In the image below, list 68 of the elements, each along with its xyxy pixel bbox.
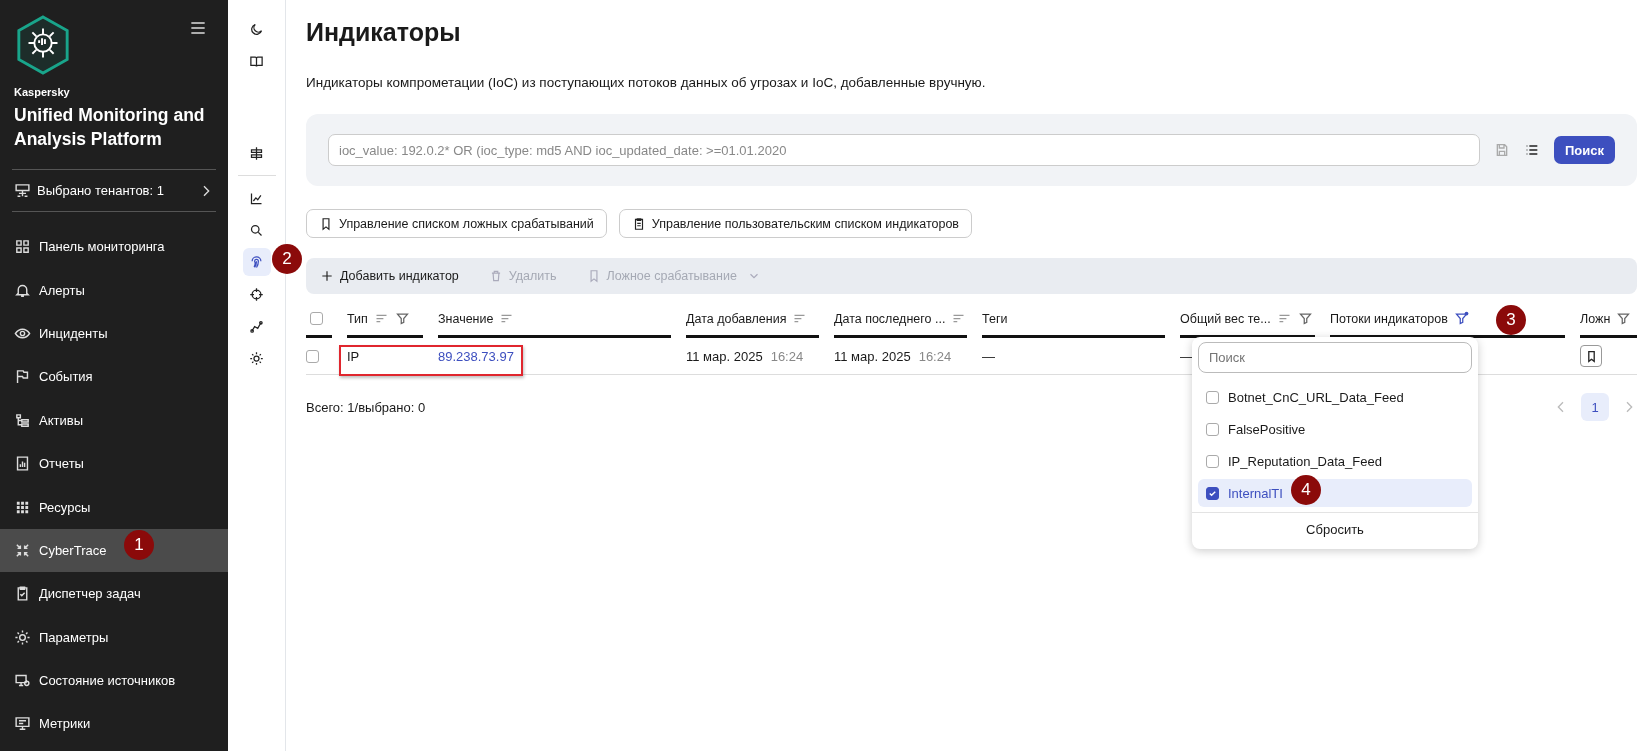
- nav-item[interactable]: Инциденты: [0, 311, 228, 356]
- option-checkbox[interactable]: [1206, 454, 1219, 468]
- column-header: Дата добавления: [686, 311, 787, 326]
- nav-item[interactable]: Алерты: [0, 268, 228, 312]
- nav-item[interactable]: Активы: [0, 398, 228, 442]
- option-checkbox[interactable]: [1206, 390, 1219, 404]
- bookmark-icon: [319, 216, 333, 231]
- toolbar-button[interactable]: Добавить индикатор: [316, 269, 463, 283]
- tenant-icon: [14, 182, 31, 199]
- column-header: Потоки индикаторов: [1330, 311, 1448, 326]
- page-button[interactable]: 1: [1581, 393, 1609, 421]
- page-title: Индикаторы: [306, 18, 462, 47]
- tags-cell: —: [982, 348, 995, 364]
- column-header: Теги: [982, 311, 1008, 326]
- filter-icon[interactable]: [394, 311, 410, 326]
- tenant-selector[interactable]: Выбрано тенантов: 1: [0, 170, 228, 199]
- nav-item[interactable]: Ресурсы: [0, 485, 228, 529]
- nav-item[interactable]: Метрики: [0, 702, 228, 746]
- filter-icon[interactable]: [1453, 311, 1469, 326]
- callout-badge: 2: [272, 244, 302, 274]
- false-positive-button[interactable]: [1580, 345, 1602, 367]
- dashboard-icon: [14, 238, 31, 256]
- row-checkbox[interactable]: [306, 349, 319, 363]
- date-cell: 11 мар. 2025: [686, 348, 763, 364]
- type-cell: IP: [347, 348, 360, 364]
- brand-label: Kaspersky: [13, 85, 71, 98]
- column-header: Общий вес те...: [1180, 311, 1271, 326]
- filter-option[interactable]: Botnet_CnC_URL_Data_Feed: [1198, 383, 1472, 411]
- query-field[interactable]: ioc_value: 192.0.2* OR (ioc_type: md5 AND ioc_updated_date: >=01.01.2020: [328, 134, 1480, 166]
- nav-item[interactable]: Диспетчер задач: [0, 572, 228, 616]
- column-header: Ложн: [1580, 311, 1611, 326]
- option-checkbox[interactable]: [1206, 486, 1219, 500]
- list-button[interactable]: Управление пользовательским списком индикаторов: [618, 209, 972, 238]
- select-all-checkbox[interactable]: [310, 312, 323, 325]
- filter-option[interactable]: FalsePositive: [1198, 415, 1472, 443]
- nav-item[interactable]: Отчеты: [0, 441, 228, 486]
- nav-item[interactable]: События: [0, 355, 228, 399]
- reset-button[interactable]: Сбросить: [1296, 516, 1374, 543]
- option-checkbox[interactable]: [1206, 422, 1219, 436]
- product-title: Unified Monitoring and Analysis Platform: [13, 104, 206, 151]
- report-icon: [14, 455, 31, 473]
- page-description: Индикаторы компрометации (IoC) из поступающих потоков данных об угрозах и IoC, добавленные вручную.: [306, 75, 987, 90]
- date-cell: 11 мар. 2025: [834, 348, 911, 364]
- callout-badge: 3: [1496, 305, 1526, 335]
- filter-option[interactable]: IP_Reputation_Data_Feed: [1198, 447, 1472, 475]
- monitor-icon: [14, 715, 31, 733]
- column-header: Тип: [347, 311, 368, 326]
- nav-item[interactable]: Панель мониторинга: [0, 225, 228, 269]
- time-cell: 16:24: [770, 348, 804, 364]
- nav-item[interactable]: Параметры: [0, 615, 228, 659]
- plus-icon: [320, 269, 334, 283]
- search-button[interactable]: Поиск: [1554, 136, 1615, 164]
- fingerprint-icon[interactable]: [242, 248, 271, 276]
- search-field[interactable]: Поиск: [1198, 342, 1472, 373]
- flag-icon: [14, 368, 31, 386]
- list-button[interactable]: Управление списком ложных срабатываний: [306, 209, 607, 238]
- filter-icon[interactable]: [1297, 311, 1313, 326]
- column-header: Дата последнего ...: [834, 311, 946, 326]
- hierarchy-icon: [14, 411, 31, 429]
- value-link[interactable]: 89.238.73.97: [438, 348, 514, 364]
- logo-icon: [14, 14, 72, 76]
- filter-icon[interactable]: [1616, 311, 1632, 326]
- nav-item[interactable]: Состояние источников: [0, 658, 228, 703]
- column-header: Значение: [438, 311, 494, 326]
- gear-icon: [14, 628, 31, 646]
- total-count: Всего: 1/выбрано: 0: [306, 399, 426, 415]
- arrows-icon: [14, 541, 31, 559]
- time-cell: 16:24: [918, 348, 952, 364]
